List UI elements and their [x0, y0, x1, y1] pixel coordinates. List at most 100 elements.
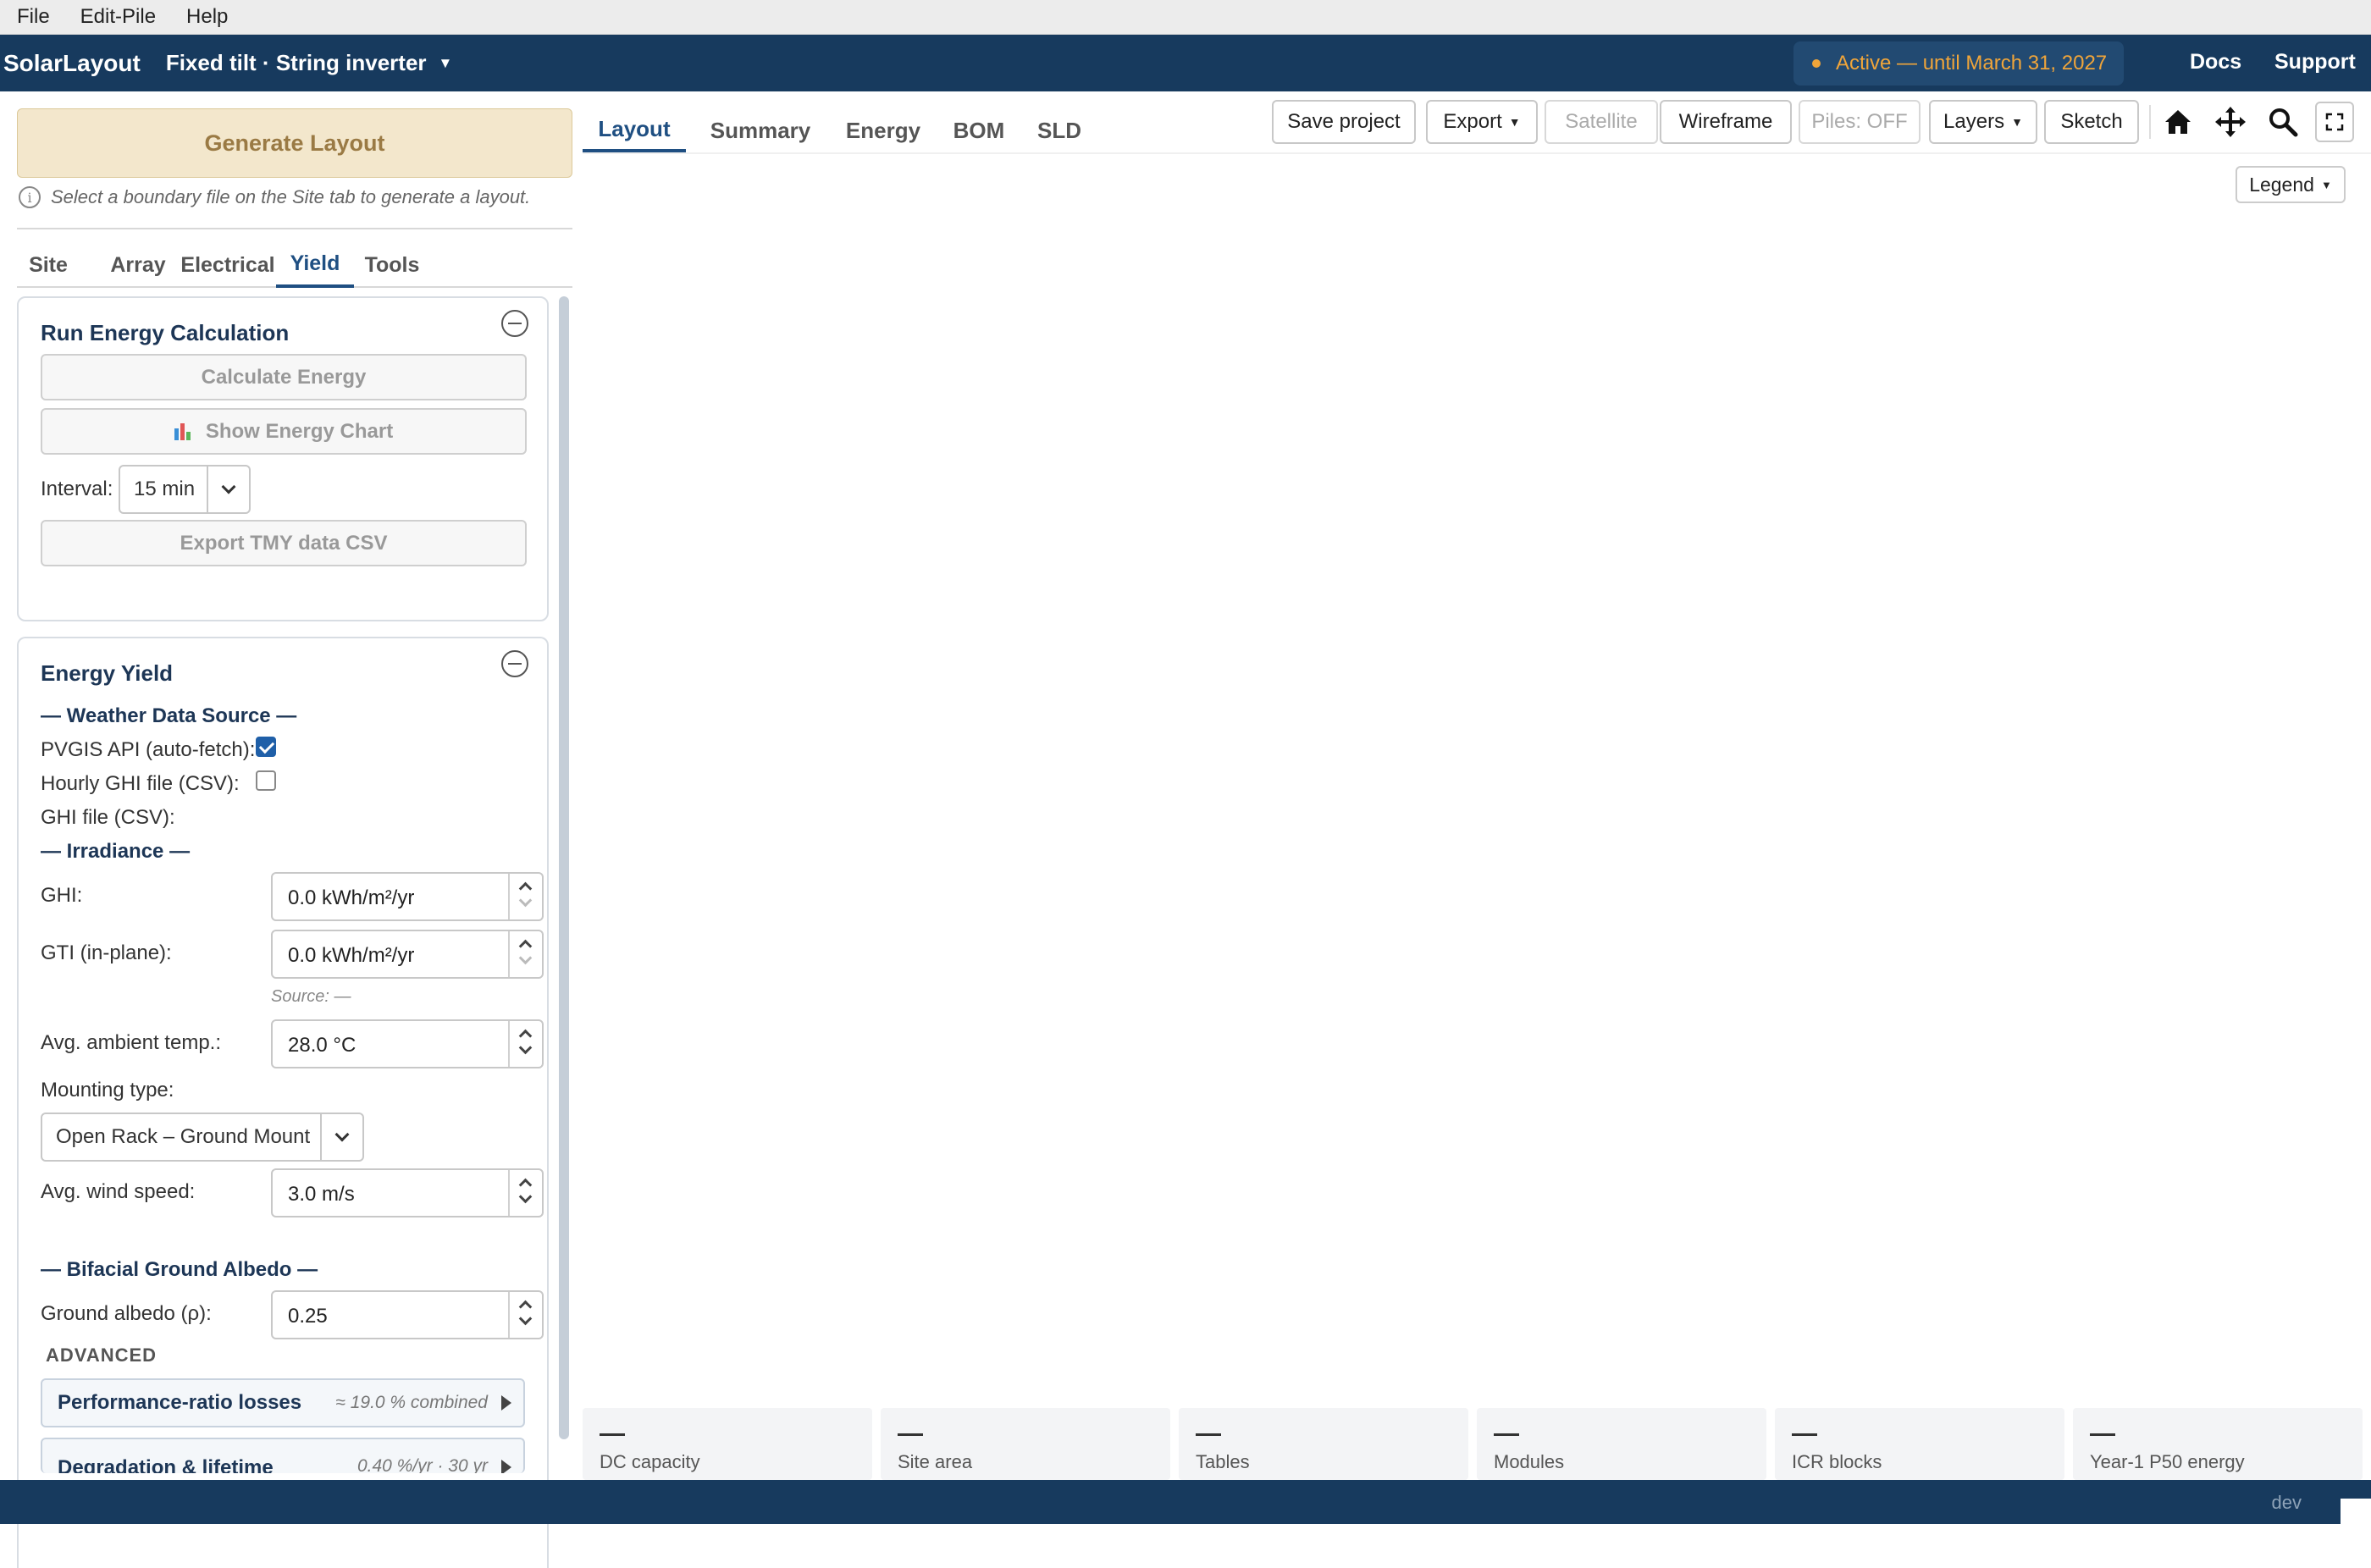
sketch-button[interactable]: Sketch [2044, 100, 2139, 144]
tab-yield[interactable]: Yield [276, 242, 354, 288]
stat-card: DC capacity [583, 1408, 872, 1480]
stat-label: DC capacity [600, 1451, 700, 1472]
save-project-button[interactable]: Save project [1272, 100, 1416, 144]
menu-help[interactable]: Help [186, 5, 228, 29]
wireframe-button[interactable]: Wireframe [1660, 100, 1792, 144]
export-tmy-button[interactable]: Export TMY data CSV [41, 520, 527, 566]
tab-bom[interactable]: BOM [945, 108, 1013, 152]
search-icon[interactable] [2264, 103, 2302, 141]
energy-yield-panel: Energy Yield — Weather Data Source — PVG… [17, 637, 549, 1568]
interval-select[interactable]: 15 min [119, 465, 251, 514]
ghi-label: GHI: [41, 884, 83, 907]
stat-value [1792, 1433, 1817, 1436]
generate-layout-button[interactable]: Generate Layout [17, 108, 572, 178]
legend-label: Legend [2249, 173, 2314, 196]
fullscreen-button[interactable] [2315, 102, 2354, 142]
main-area: Layout Summary Energy BOM SLD Save proje… [583, 91, 2371, 1480]
license-status: Active — until March 31, 2027 [1836, 52, 2108, 75]
legend-button[interactable]: Legend ▼ [2236, 166, 2346, 203]
tab-summary[interactable]: Summary [701, 108, 820, 152]
export-button[interactable]: Export ▼ [1426, 100, 1538, 144]
stat-label: Site area [898, 1451, 973, 1472]
wind-value: 3.0 m/s [288, 1183, 355, 1206]
menu-file[interactable]: File [17, 5, 50, 29]
support-link[interactable]: Support [2274, 50, 2356, 75]
stat-card: Tables [1179, 1408, 1468, 1480]
stat-card: Modules [1477, 1408, 1766, 1480]
info-icon: i [19, 186, 41, 208]
albedo-stepper[interactable] [508, 1292, 542, 1338]
ghi-file-label: GHI file (CSV): [41, 806, 175, 829]
ghi-input[interactable]: 0.0 kWh/m²/yr [271, 872, 544, 921]
docs-link[interactable]: Docs [2190, 50, 2241, 75]
caret-down-icon: ▼ [1508, 115, 1521, 129]
temp-input[interactable]: 28.0 °C [271, 1019, 544, 1068]
albedo-input[interactable]: 0.25 [271, 1290, 544, 1339]
stats-bar: DC capacity Site area Tables Modules ICR… [583, 1408, 2371, 1480]
wind-input[interactable]: 3.0 m/s [271, 1168, 544, 1217]
gti-label: GTI (in-plane): [41, 941, 172, 964]
wind-label: Avg. wind speed: [41, 1180, 196, 1203]
tab-energy[interactable]: Energy [837, 108, 930, 152]
tab-tools[interactable]: Tools [364, 242, 420, 288]
move-icon[interactable] [2212, 103, 2249, 141]
source-note: Source: — [271, 987, 351, 1006]
albedo-heading: — Bifacial Ground Albedo — [41, 1258, 318, 1281]
status-footer: dev [0, 1480, 2371, 1524]
calculate-energy-button[interactable]: Calculate Energy [41, 354, 527, 400]
gti-value: 0.0 kWh/m²/yr [288, 944, 415, 967]
degradation-title: Degradation & lifetime [58, 1456, 274, 1473]
bar-chart-icon [174, 422, 191, 440]
expand-arrow-icon [501, 1460, 511, 1473]
stat-label: Modules [1494, 1451, 1565, 1472]
tab-array[interactable]: Array [110, 242, 166, 288]
hourly-ghi-checkbox[interactable] [256, 770, 276, 791]
weather-heading: — Weather Data Source — [41, 704, 297, 727]
mode-dropdown[interactable]: Fixed tilt · String inverter ▼ [166, 50, 453, 76]
map-canvas[interactable] [583, 154, 2371, 1404]
degradation-accordion[interactable]: Degradation & lifetime 0.40 %/yr · 30 yr [41, 1438, 525, 1473]
tab-sld[interactable]: SLD [1030, 108, 1089, 152]
advanced-heading: ADVANCED [46, 1344, 158, 1366]
tab-site[interactable]: Site [27, 242, 69, 288]
caret-down-icon: ▼ [2320, 178, 2332, 191]
wind-stepper[interactable] [508, 1170, 542, 1216]
layers-label: Layers [1943, 110, 2005, 133]
gti-input[interactable]: 0.0 kWh/m²/yr [271, 930, 544, 979]
sidebar-tabs: Site Array Electrical Yield Tools [17, 242, 572, 288]
hourly-ghi-label: Hourly GHI file (CSV): [41, 772, 240, 795]
license-badge: Active — until March 31, 2027 [1793, 41, 2124, 86]
satellite-button[interactable]: Satellite [1545, 100, 1658, 144]
interval-value: 15 min [134, 478, 196, 500]
pr-losses-accordion[interactable]: Performance-ratio losses ≈ 19.0 % combin… [41, 1378, 525, 1427]
mounting-select[interactable]: Open Rack – Ground Mount [41, 1113, 364, 1162]
stat-value [600, 1433, 625, 1436]
collapse-icon[interactable] [501, 650, 528, 677]
stat-card: Year-1 P50 energy [2073, 1408, 2363, 1480]
show-energy-chart-button[interactable]: Show Energy Chart [41, 408, 527, 455]
tab-electrical[interactable]: Electrical [180, 242, 274, 288]
ghi-value: 0.0 kWh/m²/yr [288, 886, 415, 909]
layers-button[interactable]: Layers ▼ [1929, 100, 2037, 144]
pr-losses-summary: ≈ 19.0 % combined [335, 1393, 488, 1412]
temp-label: Avg. ambient temp.: [41, 1031, 221, 1054]
home-icon[interactable] [2159, 103, 2197, 141]
degradation-summary: 0.40 %/yr · 30 yr [356, 1456, 488, 1473]
pvgis-checkbox[interactable] [256, 737, 276, 757]
gti-stepper[interactable] [508, 931, 542, 977]
mounting-value: Open Rack – Ground Mount [56, 1125, 311, 1148]
stat-value [1494, 1433, 1519, 1436]
show-chart-label: Show Energy Chart [205, 419, 394, 443]
albedo-label: Ground albedo (ρ): [41, 1302, 212, 1325]
chevron-down-icon [320, 1114, 362, 1160]
collapse-icon[interactable] [501, 310, 528, 337]
tab-layout[interactable]: Layout [583, 108, 686, 152]
sidebar-scrollbar[interactable] [559, 296, 569, 1439]
menu-edit-pile[interactable]: Edit-Pile [80, 5, 156, 29]
temp-stepper[interactable] [508, 1021, 542, 1067]
piles-toggle[interactable]: Piles: OFF [1799, 100, 1921, 144]
stat-label: Tables [1196, 1451, 1250, 1472]
stat-card: Site area [881, 1408, 1170, 1480]
run-energy-panel: Run Energy Calculation Calculate Energy … [17, 296, 549, 621]
ghi-stepper[interactable] [508, 874, 542, 919]
